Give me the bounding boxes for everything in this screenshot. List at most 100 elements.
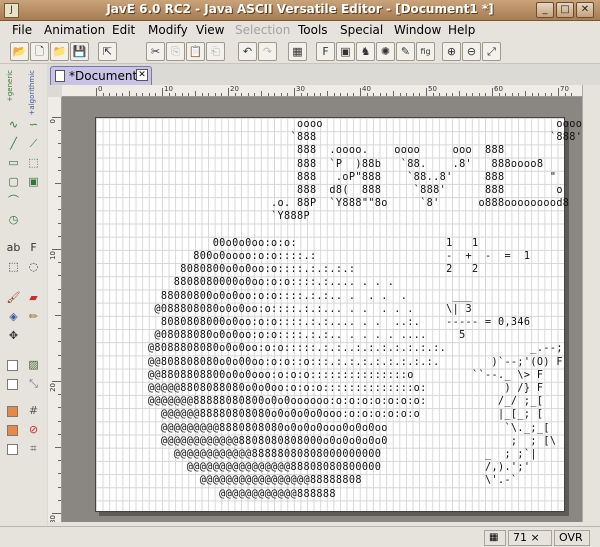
overwrite-mode[interactable]: OVR: [554, 530, 590, 546]
copy-icon[interactable]: ⎘: [166, 42, 185, 61]
grid-checkbox[interactable]: [7, 406, 18, 417]
ruler-tick: [327, 91, 328, 96]
menu-view[interactable]: View: [196, 23, 224, 37]
menu-special[interactable]: Special: [340, 23, 383, 37]
cut-icon[interactable]: ✂: [146, 42, 165, 61]
box-tool-icon[interactable]: ▢: [5, 173, 22, 190]
redo-icon[interactable]: ↷: [258, 42, 277, 61]
plugin-icon[interactable]: ✺: [376, 42, 395, 61]
ruler-tick: [148, 93, 150, 96]
menu-modify[interactable]: Modify: [148, 23, 188, 37]
ruler-tick: [307, 93, 309, 96]
open-icon[interactable]: 📂: [10, 42, 29, 61]
menu-animation[interactable]: Animation: [44, 23, 105, 37]
transparency-icon[interactable]: ⤡: [25, 375, 42, 392]
lasso-icon[interactable]: ◌: [25, 258, 42, 275]
ruler-tick: [287, 93, 289, 96]
ruler-tick: [300, 93, 302, 96]
ruler-tick: [142, 93, 144, 96]
paste-icon[interactable]: 📋: [186, 42, 205, 61]
ruler-tick: [426, 88, 427, 96]
close-button[interactable]: ✕: [576, 2, 594, 18]
move-tool-icon[interactable]: ✥: [5, 327, 22, 344]
font-icon[interactable]: F: [316, 42, 335, 61]
ruler-tick: [485, 93, 487, 96]
document-icon: [55, 70, 65, 82]
ruler-tick: [247, 93, 249, 96]
no-overwrite-icon[interactable]: ⊘: [25, 421, 42, 438]
menu-file[interactable]: File: [12, 23, 32, 37]
brush-tool-icon[interactable]: 🖌: [5, 289, 22, 306]
open-folder-icon[interactable]: 📁: [50, 42, 69, 61]
undo-icon[interactable]: ↶: [238, 42, 257, 61]
ruler-tick: [492, 88, 493, 96]
font-tool-icon[interactable]: F: [25, 239, 42, 256]
ascii-canvas[interactable]: oooo ooooooooooooo `888 `888' `8 888 .oo…: [95, 117, 582, 512]
ruler-tick: [115, 93, 117, 96]
palette-label-algorithmic[interactable]: +algorithmic: [28, 70, 36, 115]
ruler-toggle-icon[interactable]: ⌗: [25, 440, 42, 457]
tab-document1[interactable]: *Document1 ✕: [50, 66, 152, 85]
ruler-label: 0: [49, 119, 57, 124]
ruler-tick: [320, 93, 322, 96]
close-tab-icon[interactable]: ✕: [136, 69, 148, 81]
fill-tool-icon[interactable]: ◈: [5, 308, 22, 325]
figlet-icon[interactable]: fig: [416, 42, 435, 61]
fit-icon[interactable]: ⤢: [482, 42, 501, 61]
preview-icon[interactable]: ▣: [336, 42, 355, 61]
arc-tool-icon[interactable]: ⌒: [5, 192, 22, 209]
menu-help[interactable]: Help: [448, 23, 475, 37]
pencil-tool-icon[interactable]: ✏: [25, 308, 42, 325]
ruler-tick: [168, 93, 170, 96]
image-convert-icon[interactable]: ▦: [288, 42, 307, 61]
ruler-tick: [201, 93, 203, 96]
menu-selection[interactable]: Selection: [235, 23, 290, 37]
freehand-tool-icon[interactable]: ∿: [5, 116, 22, 133]
palette-label-generic[interactable]: +generic: [6, 70, 14, 102]
paste-special-icon[interactable]: ⎗: [206, 42, 225, 61]
polyline-tool-icon[interactable]: ⟋: [25, 135, 42, 152]
rect-select-tool-icon[interactable]: ⬚: [25, 154, 42, 171]
option-checkbox-2[interactable]: [7, 379, 18, 390]
zoom-in-icon[interactable]: ⊕: [442, 42, 461, 61]
ruler-tick: [58, 433, 61, 435]
vertical-scrollbar[interactable]: [582, 85, 600, 522]
maximize-button[interactable]: □: [556, 2, 574, 18]
menu-edit[interactable]: Edit: [112, 23, 135, 37]
box-alt-tool-icon[interactable]: ▣: [25, 173, 42, 190]
line-tool-icon[interactable]: ╱: [5, 135, 22, 152]
save-icon[interactable]: 💾: [70, 42, 89, 61]
option-checkbox-1[interactable]: [7, 360, 18, 371]
select-rect-icon[interactable]: ⬚: [5, 258, 22, 275]
grid-toggle-icon[interactable]: #: [25, 402, 42, 419]
new-document-icon[interactable]: 🗋: [30, 42, 49, 61]
export-icon[interactable]: ⇱: [98, 42, 117, 61]
title-bar: J JavE 6.0 RC2 - Java ASCII Versatile Ed…: [0, 0, 600, 21]
option-checkbox-5[interactable]: [7, 444, 18, 455]
text-tool-icon[interactable]: ab: [5, 239, 22, 256]
eraser-tool-icon[interactable]: ▰: [25, 289, 42, 306]
ruler-tick: [58, 460, 61, 462]
grid-icon[interactable]: ▦: [484, 530, 506, 546]
ruler-tick: [58, 473, 61, 475]
drawing-icon[interactable]: ✎: [396, 42, 415, 61]
menu-window[interactable]: Window: [394, 23, 441, 37]
ruler-tick: [551, 93, 553, 96]
image-icon[interactable]: ▨: [25, 356, 42, 373]
toolbar: 📂 🗋 📁 💾 ⇱ ✂ ⎘ 📋 ⎗ ↶ ↷ ▦ F ▣ ♞ ✺ ✎ fig ⊕ …: [0, 40, 600, 64]
zoom-out-icon[interactable]: ⊖: [462, 42, 481, 61]
ruler-tick: [52, 117, 61, 118]
curve-tool-icon[interactable]: ∽: [25, 116, 42, 133]
animal-icon[interactable]: ♞: [356, 42, 375, 61]
ruler-tick: [58, 288, 61, 290]
ruler-tick: [571, 93, 573, 96]
rectangle-tool-icon[interactable]: ▭: [5, 154, 22, 171]
ruler-tick: [254, 93, 256, 96]
ruler-tick: [459, 91, 460, 96]
minimize-button[interactable]: _: [536, 2, 554, 18]
ruler-checkbox[interactable]: [7, 425, 18, 436]
tool-palette: +generic +algorithmic ∿ ∽ ╱ ⟋ ▭ ⬚ ▢ ▣ ⌒ …: [0, 64, 47, 547]
clock-tool-icon[interactable]: ◷: [5, 211, 22, 228]
menu-tools[interactable]: Tools: [298, 23, 328, 37]
ruler-tick: [55, 183, 61, 184]
